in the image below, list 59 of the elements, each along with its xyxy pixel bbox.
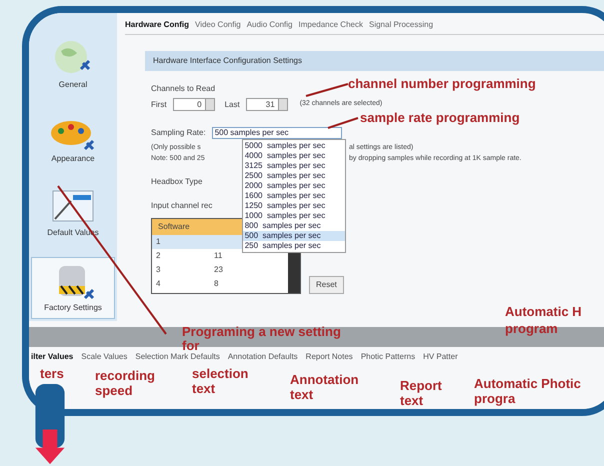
table-cell-text: 8 — [213, 278, 218, 290]
tab[interactable]: Report Notes — [306, 351, 353, 363]
annotation-label: selection text — [192, 366, 250, 396]
annotation-label: sample rate programming — [360, 110, 520, 125]
sampling-label: Sampling Rate: — [151, 127, 206, 139]
table-cell-text: 4 — [155, 278, 162, 290]
sampling-dropdown[interactable]: 500 samples per sec — [212, 127, 342, 139]
leader-line — [326, 116, 360, 130]
annotation-label: Annotation text — [290, 372, 360, 402]
tab[interactable]: Audio Config — [246, 19, 292, 31]
sidebar-item[interactable]: Appearance — [31, 109, 115, 169]
table-cell-text: 2 — [155, 250, 162, 262]
dropdown-option[interactable]: 500 samples per sec — [242, 231, 345, 241]
annotation-label: Programing a new setting — [182, 324, 341, 339]
table-row[interactable]: 4 8 — [152, 277, 288, 291]
table-cell-text: 23 — [213, 264, 223, 276]
annotation-label: recording speed — [95, 368, 156, 398]
dropdown-option[interactable]: 5000 samples per sec — [242, 141, 345, 151]
table-cell-text: 3 — [155, 264, 162, 276]
tab[interactable]: ilter Values — [31, 351, 74, 363]
input-label: Input channel rec — [151, 200, 212, 212]
dropdown-option[interactable]: 2000 samples per sec — [242, 181, 345, 191]
sidebar-item[interactable]: General — [31, 35, 115, 95]
tab[interactable]: Selection Mark Defaults — [135, 351, 220, 363]
tab[interactable]: Signal Processing — [368, 19, 434, 31]
tab[interactable]: Hardware Config — [125, 19, 190, 31]
dropdown-option[interactable]: 4000 samples per sec — [242, 151, 345, 161]
table-cell-text: 1 — [155, 236, 162, 248]
tab[interactable]: HV Patter — [423, 351, 458, 363]
dropdown-option[interactable]: 2500 samples per sec — [242, 171, 345, 181]
panel-header: Hardware Interface Configuration Settings — [145, 51, 604, 71]
tab[interactable]: Annotation Defaults — [228, 351, 298, 363]
last-label: Last — [224, 98, 240, 110]
annotation-label: ters — [40, 366, 64, 381]
sidebar-item[interactable]: Factory Settings — [31, 257, 115, 319]
column-header: Software — [157, 221, 191, 233]
tab[interactable]: Impedance Check — [298, 19, 363, 31]
table-row[interactable]: 3 23 — [152, 263, 288, 277]
last-spinbox[interactable]: 31 — [246, 98, 288, 111]
annotation-label: channel number programming — [348, 76, 536, 91]
tab[interactable]: Scale Values — [81, 351, 128, 363]
dropdown-option[interactable]: 800 samples per sec — [242, 221, 345, 231]
tab[interactable]: Video Config — [195, 19, 241, 31]
dropdown-option[interactable]: 1250 samples per sec — [242, 201, 345, 211]
dropdown-option[interactable]: 3125 samples per sec — [242, 161, 345, 171]
annotation-label: Automatic Photic progra — [474, 376, 582, 406]
annotation-label: Report text — [400, 378, 443, 408]
channels-label: Channels to Read — [151, 83, 216, 95]
leader-line — [304, 82, 350, 98]
first-spinbox[interactable]: 0 — [172, 98, 215, 111]
tab[interactable]: Photic Patterns — [360, 351, 416, 363]
annotation-label: Automatic H — [505, 304, 582, 319]
headbox-label: Headbox Type — [151, 176, 202, 188]
dropdown-option[interactable]: 1600 samples per sec — [242, 191, 345, 201]
dropdown-option[interactable]: 1000 samples per sec — [242, 211, 345, 221]
reset-button[interactable]: Reset — [309, 276, 344, 294]
table-row[interactable]: 2 11 — [152, 249, 288, 263]
first-label: First — [151, 98, 167, 110]
table-cell-text: 11 — [213, 250, 222, 262]
